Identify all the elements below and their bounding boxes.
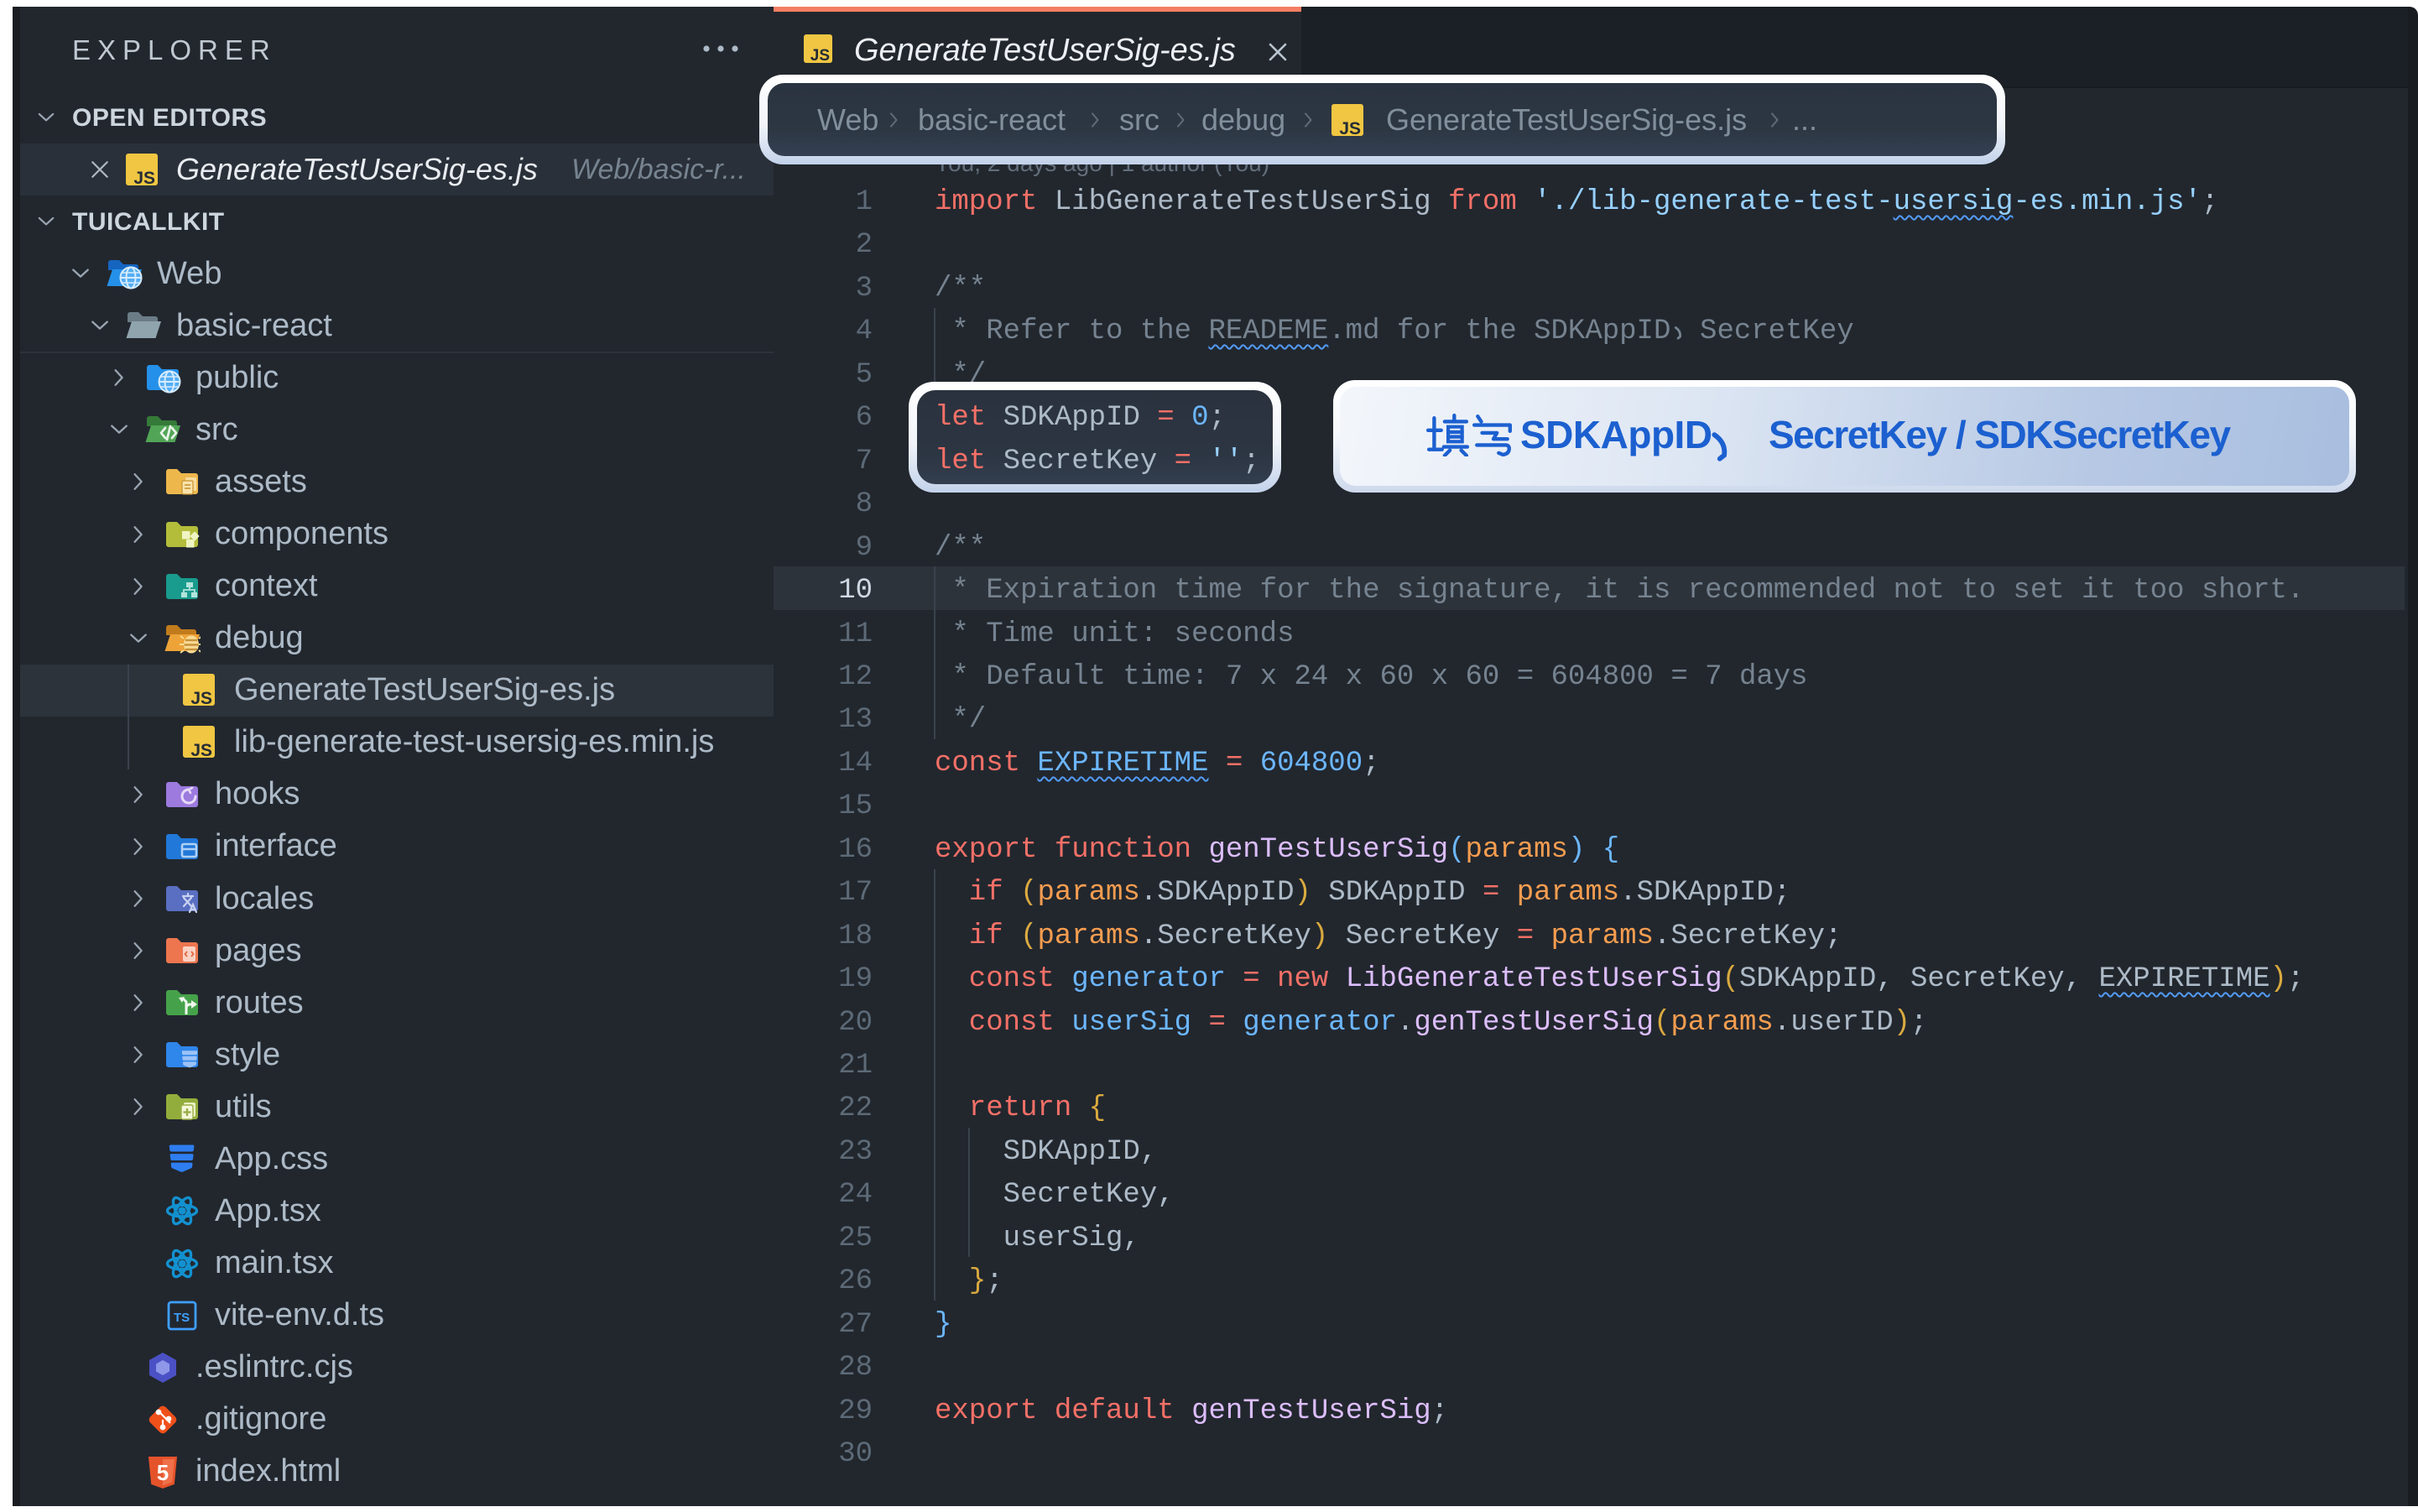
svg-text:TS: TS <box>174 1311 190 1325</box>
svg-text:5: 5 <box>157 1460 169 1485</box>
